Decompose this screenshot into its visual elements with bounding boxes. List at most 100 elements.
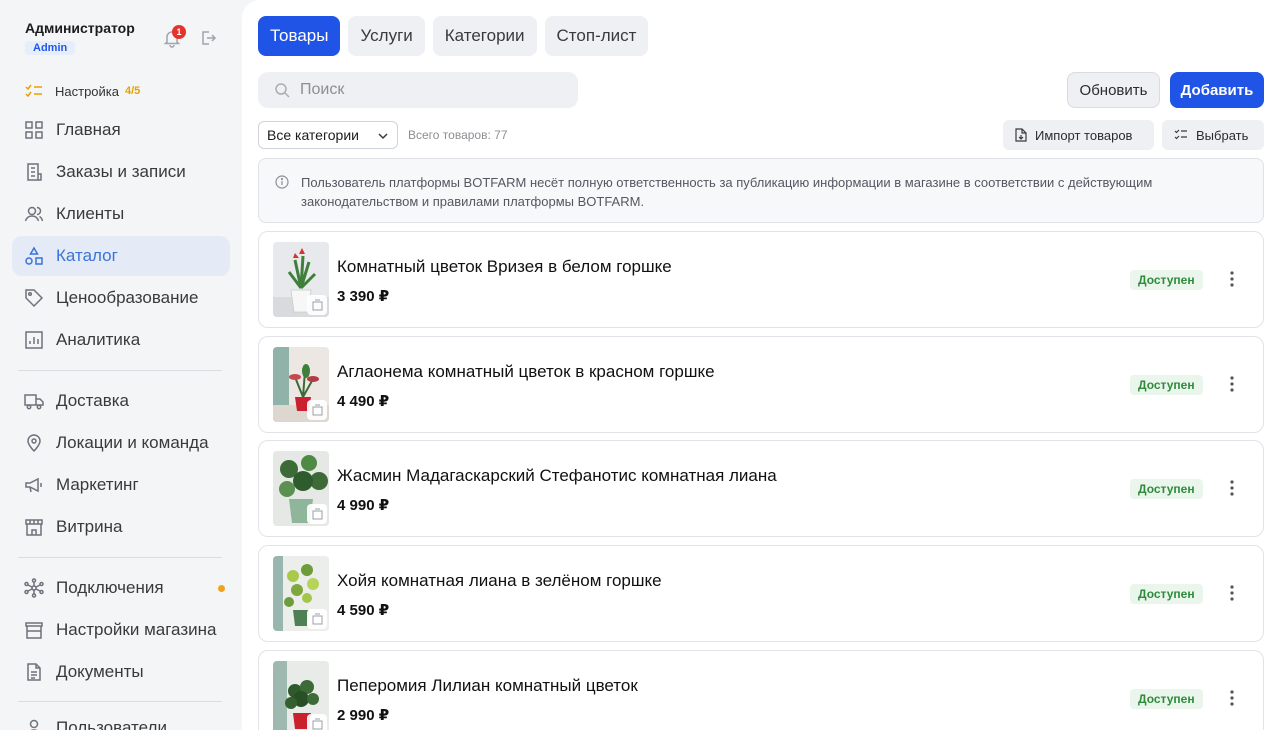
import-button[interactable]: Импорт товаров <box>1003 120 1154 150</box>
product-row[interactable]: Комнатный цветок Вризея в белом горшке 3… <box>258 231 1264 328</box>
checklist-icon <box>1174 129 1187 140</box>
sidebar-item-connections[interactable]: Подключения <box>12 568 230 608</box>
file-import-icon <box>1015 128 1027 142</box>
product-row[interactable]: Пеперомия Лилиан комнатный цветок 2 990 … <box>258 650 1264 730</box>
sidebar-item-label: Пользователи <box>56 718 167 730</box>
status-dot <box>218 585 225 592</box>
tab-services[interactable]: Услуги <box>348 16 425 56</box>
product-price: 4 490 ₽ <box>337 393 390 410</box>
receipt-icon <box>27 163 42 181</box>
setup-progress-item[interactable]: Настройка 4/5 <box>25 82 140 100</box>
category-select[interactable]: Все категории <box>258 121 398 149</box>
product-row[interactable]: Аглаонема комнатный цветок в красном гор… <box>258 336 1264 433</box>
megaphone-icon <box>25 477 42 493</box>
product-price: 3 390 ₽ <box>337 288 390 305</box>
user-name: Администратор <box>25 20 135 36</box>
user-icon <box>29 719 39 730</box>
sidebar: Администратор Admin 1 Настройка 4/5 Глав… <box>0 0 242 730</box>
sidebar-item-store-settings[interactable]: Настройки магазина <box>12 610 230 650</box>
sidebar-divider <box>18 557 222 558</box>
more-menu-button[interactable] <box>1221 373 1243 395</box>
product-price: 4 590 ₽ <box>337 602 390 619</box>
product-name: Комнатный цветок Вризея в белом горшке <box>337 257 672 276</box>
more-menu-button[interactable] <box>1221 268 1243 290</box>
store-icon <box>25 622 43 639</box>
product-name: Аглаонема комнатный цветок в красном гор… <box>337 362 715 381</box>
sidebar-item-marketing[interactable]: Маркетинг <box>12 465 230 505</box>
sidebar-divider <box>18 370 222 371</box>
storefront-icon <box>25 519 43 536</box>
chevron-down-icon <box>378 133 388 140</box>
sidebar-item-label: Документы <box>56 662 144 681</box>
sidebar-item-pricing[interactable]: Ценообразование <box>12 278 230 318</box>
sidebar-item-clients[interactable]: Клиенты <box>12 194 230 234</box>
image-gallery-icon <box>307 400 327 420</box>
grid-icon <box>25 121 43 139</box>
product-price: 4 990 ₽ <box>337 497 390 514</box>
more-menu-button[interactable] <box>1221 477 1243 499</box>
product-name: Хойя комнатная лиана в зелёном горшке <box>337 571 662 590</box>
sidebar-item-label: Маркетинг <box>56 475 139 494</box>
dots-vertical-icon <box>1230 271 1234 287</box>
sidebar-divider <box>18 701 222 702</box>
sidebar-item-label: Каталог <box>56 246 118 265</box>
sidebar-item-label: Настройки магазина <box>56 620 217 639</box>
image-gallery-icon <box>307 295 327 315</box>
notice-text: Пользователь платформы BOTFARM несёт пол… <box>301 175 1153 209</box>
sidebar-item-users[interactable]: Пользователи <box>12 708 230 730</box>
user-info: Администратор Admin <box>25 20 135 56</box>
more-menu-button[interactable] <box>1221 687 1243 709</box>
product-name: Пеперомия Лилиан комнатный цветок <box>337 676 638 695</box>
status-badge: Доступен <box>1130 270 1203 290</box>
sidebar-item-showcase[interactable]: Витрина <box>12 507 230 547</box>
sidebar-item-analytics[interactable]: Аналитика <box>12 320 230 360</box>
sidebar-item-label: Аналитика <box>56 330 141 349</box>
add-button[interactable]: Добавить <box>1170 72 1264 108</box>
select-button[interactable]: Выбрать <box>1162 120 1264 150</box>
sidebar-item-documents[interactable]: Документы <box>12 652 230 692</box>
chart-icon <box>25 331 43 349</box>
tab-categories[interactable]: Категории <box>432 16 537 56</box>
product-row[interactable]: Хойя комнатная лиана в зелёном горшке 4 … <box>258 545 1264 642</box>
sidebar-item-home[interactable]: Главная <box>12 110 230 150</box>
status-badge: Доступен <box>1130 584 1203 604</box>
product-image <box>273 451 329 526</box>
sidebar-item-label: Заказы и записи <box>56 162 186 181</box>
sidebar-item-label: Клиенты <box>56 204 125 223</box>
search-input[interactable] <box>300 81 560 99</box>
product-image <box>273 242 329 317</box>
product-row[interactable]: Жасмин Мадагаскарский Стефанотис комнатн… <box>258 440 1264 537</box>
role-badge: Admin <box>25 41 76 55</box>
sidebar-item-orders[interactable]: Заказы и записи <box>12 152 230 192</box>
shapes-icon <box>25 246 43 265</box>
more-menu-button[interactable] <box>1221 582 1243 604</box>
logout-icon[interactable] <box>199 29 217 47</box>
import-button-label: Импорт товаров <box>1035 127 1133 143</box>
sidebar-item-label: Локации и команда <box>56 433 209 452</box>
dots-vertical-icon <box>1230 690 1234 706</box>
search-box <box>258 72 578 108</box>
sidebar-item-locations[interactable]: Локации и команда <box>12 423 230 463</box>
refresh-button[interactable]: Обновить <box>1067 72 1160 108</box>
status-badge: Доступен <box>1130 479 1203 499</box>
status-badge: Доступен <box>1130 689 1203 709</box>
truck-icon <box>24 394 44 410</box>
dots-vertical-icon <box>1230 585 1234 601</box>
product-image <box>273 661 329 730</box>
status-badge: Доступен <box>1130 375 1203 395</box>
sidebar-item-catalog[interactable]: Каталог <box>12 236 230 276</box>
sidebar-item-label: Ценообразование <box>56 288 199 307</box>
tab-stop-list[interactable]: Стоп-лист <box>544 16 649 56</box>
total-count: Всего товаров: 77 <box>408 128 508 142</box>
info-icon <box>275 175 289 189</box>
sidebar-item-delivery[interactable]: Доставка <box>12 381 230 421</box>
search-icon <box>275 83 290 98</box>
network-icon <box>24 578 44 598</box>
setup-progress: 4/5 <box>125 85 141 97</box>
product-image <box>273 556 329 631</box>
notification-count: 1 <box>172 25 186 39</box>
users-icon <box>24 206 44 222</box>
sidebar-item-label: Витрина <box>56 517 123 536</box>
tab-products[interactable]: Товары <box>258 16 341 56</box>
dots-vertical-icon <box>1230 376 1234 392</box>
